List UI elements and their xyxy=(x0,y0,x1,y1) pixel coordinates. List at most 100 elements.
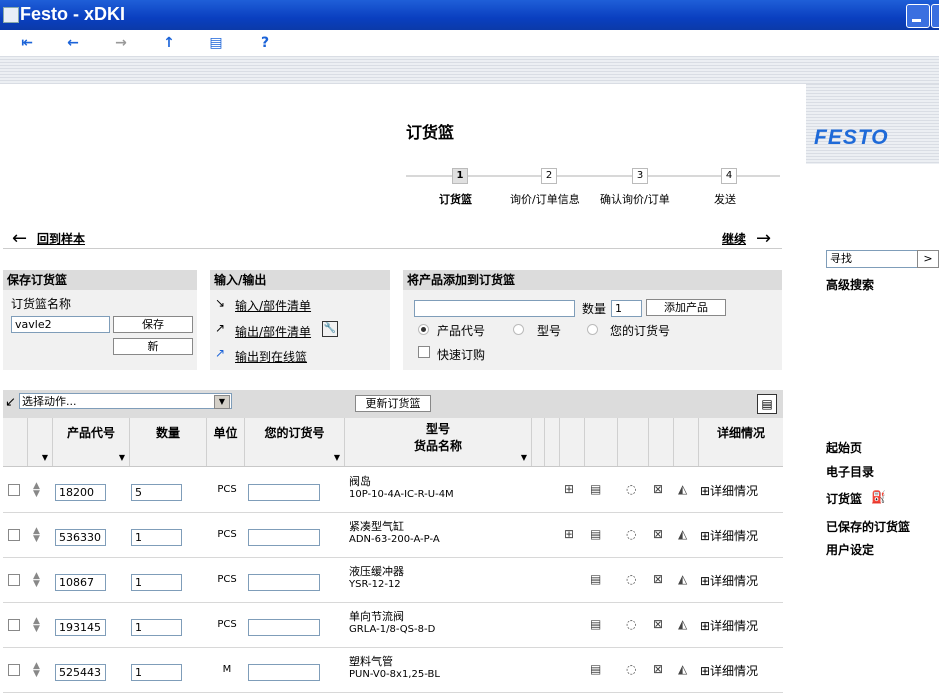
quantity-input[interactable]: 5 xyxy=(131,484,182,501)
sort-icon[interactable]: ▼ xyxy=(334,453,340,462)
row-checkbox[interactable] xyxy=(8,484,20,496)
up-icon[interactable]: ↑ xyxy=(160,34,178,52)
help-icon[interactable]: ? xyxy=(256,34,274,52)
sidebar-item-home[interactable]: 起始页 xyxy=(826,439,862,456)
quantity-input[interactable]: 1 xyxy=(131,619,182,636)
back-icon[interactable]: ← xyxy=(64,34,82,52)
product-code-input[interactable]: 10867 xyxy=(55,574,106,591)
datasheet-icon[interactable]: ▤ xyxy=(590,617,601,631)
your-order-number-input[interactable] xyxy=(248,529,320,546)
image-icon[interactable]: ◭ xyxy=(678,482,687,496)
next-arrow-icon[interactable]: → xyxy=(756,230,771,248)
details-link[interactable]: ⊞详细情况 xyxy=(700,572,758,589)
quick-order-checkbox[interactable] xyxy=(418,346,430,358)
back-to-catalog-link[interactable]: 回到样本 xyxy=(37,230,85,247)
product-code-input[interactable]: 536330 xyxy=(55,529,106,546)
add-product-button[interactable]: 添加产品 xyxy=(646,299,726,316)
sidebar-item-user-settings[interactable]: 用户设定 xyxy=(826,541,874,558)
drawing-icon[interactable]: ⊠ xyxy=(653,617,663,631)
comment-icon[interactable]: ◌ xyxy=(626,482,636,496)
datasheet-icon[interactable]: ▤ xyxy=(590,527,601,541)
details-link[interactable]: ⊞详细情况 xyxy=(700,617,758,634)
drawing-icon[interactable]: ⊠ xyxy=(653,662,663,676)
radio-your-order-number[interactable] xyxy=(587,324,598,335)
comment-icon[interactable]: ◌ xyxy=(626,617,636,631)
back-arrow-icon[interactable]: ← xyxy=(12,230,27,248)
details-link[interactable]: ⊞详细情况 xyxy=(700,482,758,499)
new-button[interactable]: 新 xyxy=(113,338,193,355)
drawing-icon[interactable]: ⊠ xyxy=(653,482,663,496)
row-checkbox[interactable] xyxy=(8,529,20,541)
your-order-number-input[interactable] xyxy=(248,484,320,501)
sort-icon[interactable]: ▼ xyxy=(521,453,527,462)
details-link[interactable]: ⊞详细情况 xyxy=(700,527,758,544)
continue-link[interactable]: 继续 xyxy=(722,230,746,247)
row-checkbox[interactable] xyxy=(8,574,20,586)
quantity-input[interactable]: 1 xyxy=(131,664,182,681)
reorder-icon[interactable]: ▲ ▼ xyxy=(33,527,40,544)
configure-icon[interactable]: ⊞ xyxy=(564,482,574,496)
radio-product-code[interactable] xyxy=(418,324,429,335)
quantity-input[interactable]: 1 xyxy=(131,529,182,546)
comment-icon[interactable]: ◌ xyxy=(626,527,636,541)
your-order-number-input[interactable] xyxy=(248,619,320,636)
your-order-number-input[interactable] xyxy=(248,664,320,681)
advanced-search-link[interactable]: 高级搜索 xyxy=(826,276,874,293)
print-icon[interactable]: ▤ xyxy=(757,394,777,414)
search-go-button[interactable]: > xyxy=(917,250,939,268)
datasheet-icon[interactable]: ▤ xyxy=(590,482,601,496)
sidebar-item-saved-baskets[interactable]: 已保存的订货篮 xyxy=(826,518,910,535)
reorder-icon[interactable]: ▲ ▼ xyxy=(33,482,40,499)
details-link[interactable]: ⊞详细情况 xyxy=(700,662,758,679)
update-basket-button[interactable]: 更新订货篮 xyxy=(355,395,431,412)
drawing-icon[interactable]: ⊠ xyxy=(653,527,663,541)
action-select[interactable]: 选择动作... ▼ xyxy=(19,393,232,409)
basket-name-input[interactable]: vavle2 xyxy=(11,316,110,333)
product-code-input[interactable]: 193145 xyxy=(55,619,106,636)
datasheet-icon[interactable]: ▤ xyxy=(590,662,601,676)
add-quantity-input[interactable]: 1 xyxy=(611,300,642,317)
header-model-name[interactable]: 型号 货品名称 ▼ xyxy=(345,418,532,466)
header-sort-col[interactable]: ▼ xyxy=(28,418,53,466)
first-icon[interactable]: ⇤ xyxy=(18,34,36,52)
print-icon[interactable]: ▤ xyxy=(207,34,225,52)
header-product-code[interactable]: 产品代号 ▼ xyxy=(53,418,130,466)
product-search-input[interactable] xyxy=(414,300,575,317)
quantity-input[interactable]: 1 xyxy=(131,574,182,591)
reorder-icon[interactable]: ▲ ▼ xyxy=(33,662,40,679)
reorder-icon[interactable]: ▲ ▼ xyxy=(33,572,40,589)
step-4-number: 4 xyxy=(721,168,737,184)
configure-icon[interactable]: ⊞ xyxy=(564,527,574,541)
comment-icon[interactable]: ◌ xyxy=(626,572,636,586)
export-online-basket-link[interactable]: 输出到在线篮 xyxy=(235,348,307,365)
save-button[interactable]: 保存 xyxy=(113,316,193,333)
row-checkbox[interactable] xyxy=(8,664,20,676)
datasheet-icon[interactable]: ▤ xyxy=(590,572,601,586)
export-parts-list-link[interactable]: 输出/部件清单 xyxy=(235,323,311,340)
image-icon[interactable]: ◭ xyxy=(678,617,687,631)
minimize-button[interactable] xyxy=(906,4,930,28)
drawing-icon[interactable]: ⊠ xyxy=(653,572,663,586)
chevron-down-icon[interactable]: ▼ xyxy=(214,395,230,409)
your-order-number-input[interactable] xyxy=(248,574,320,591)
forward-icon[interactable]: → xyxy=(112,34,130,52)
radio-model[interactable] xyxy=(513,324,524,335)
product-code-input[interactable]: 18200 xyxy=(55,484,106,501)
reorder-icon[interactable]: ▲ ▼ xyxy=(33,617,40,634)
image-icon[interactable]: ◭ xyxy=(678,527,687,541)
image-icon[interactable]: ◭ xyxy=(678,662,687,676)
import-parts-list-link[interactable]: 输入/部件清单 xyxy=(235,297,311,314)
row-checkbox[interactable] xyxy=(8,619,20,631)
maximize-button[interactable] xyxy=(931,4,939,28)
sort-icon[interactable]: ▼ xyxy=(119,453,125,462)
product-code-input[interactable]: 525443 xyxy=(55,664,106,681)
comment-icon[interactable]: ◌ xyxy=(626,662,636,676)
sort-icon[interactable]: ▼ xyxy=(42,453,48,462)
sidebar-item-basket[interactable]: 订货篮 xyxy=(826,490,862,507)
sidebar-item-catalog[interactable]: 电子目录 xyxy=(826,463,874,480)
search-input[interactable]: 寻找 xyxy=(826,250,919,268)
quick-order-label: 快速订购 xyxy=(437,348,486,362)
header-your-order-number[interactable]: 您的订货号 ▼ xyxy=(245,418,345,466)
wrench-icon[interactable]: 🔧 xyxy=(322,321,338,337)
image-icon[interactable]: ◭ xyxy=(678,572,687,586)
